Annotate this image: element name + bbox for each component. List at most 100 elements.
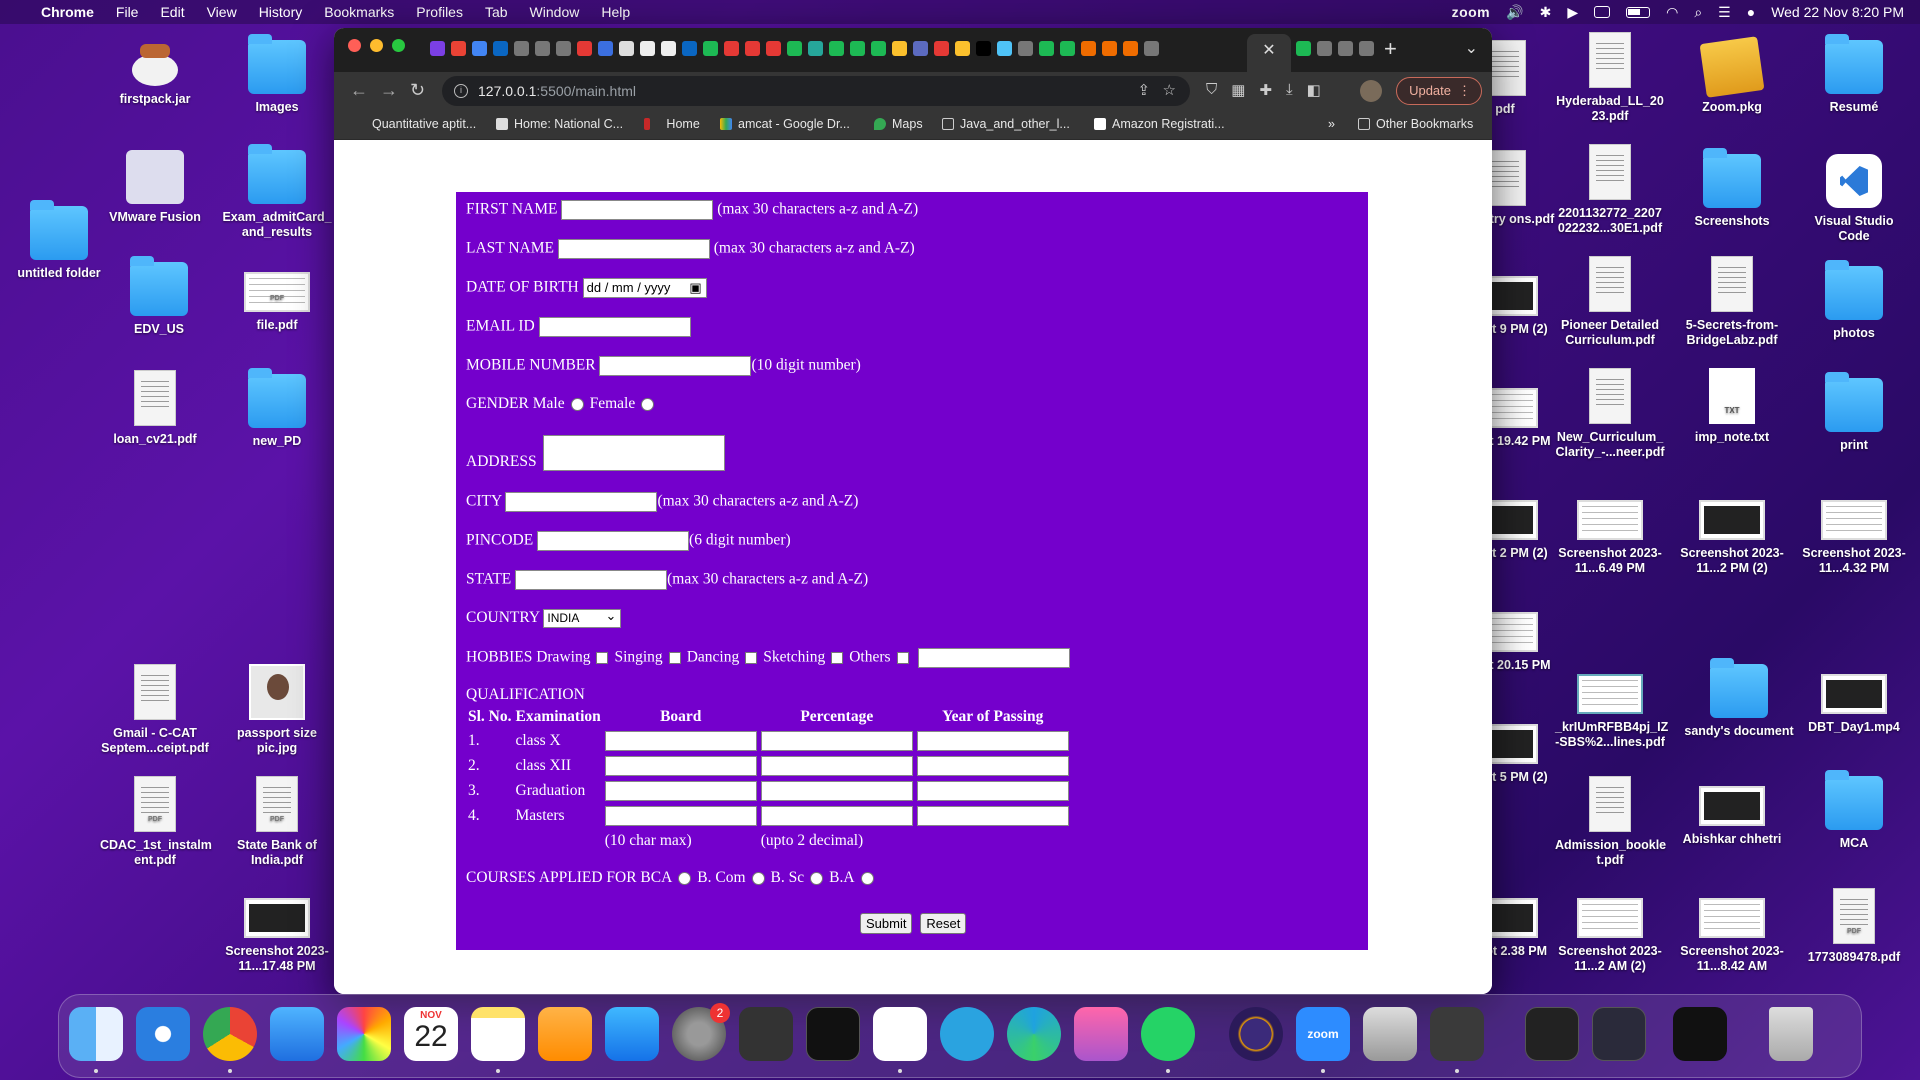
youtube-icon[interactable] <box>934 41 949 56</box>
bookmark-item[interactable]: Maps <box>874 117 923 131</box>
year-input[interactable] <box>916 730 1069 751</box>
mobile-input[interactable] <box>599 356 752 376</box>
system-settings-icon[interactable]: 2 <box>672 1003 730 1061</box>
photos-icon[interactable] <box>337 1007 391 1061</box>
new-tab-icon[interactable]: + <box>1384 36 1397 62</box>
reset-button[interactable]: Reset <box>920 913 967 934</box>
tab-favicon-icon[interactable] <box>619 41 634 56</box>
back-icon[interactable]: ← <box>350 80 368 101</box>
bookmark-item[interactable]: Home: National C... <box>496 117 623 131</box>
desktop-item[interactable]: Visual Studio Code <box>1799 154 1909 244</box>
address-bar[interactable]: i 127.0.0.1:5500/main.html ⇪ ☆ <box>442 76 1190 106</box>
tab-favicon-icon[interactable] <box>829 41 844 56</box>
desktop-item[interactable]: loan_cv21.pdf <box>100 370 210 447</box>
shield-icon[interactable]: ⛉ <box>1206 81 1217 99</box>
year-input[interactable] <box>916 780 1069 801</box>
address-textarea[interactable] <box>542 435 725 471</box>
desktop-item[interactable]: Screenshot 2023-11...4.32 PM <box>1799 490 1909 576</box>
desktop-item[interactable]: imp_note.txt <box>1677 368 1787 445</box>
tab-search-icon[interactable]: ⌄ <box>1465 38 1478 58</box>
hobby-sketching-checkbox[interactable] <box>831 652 844 664</box>
course-ba-radio[interactable] <box>860 871 874 885</box>
youtube-icon[interactable] <box>766 41 781 56</box>
wifi-icon[interactable]: ◠ <box>1666 4 1678 21</box>
year-input[interactable] <box>916 755 1069 776</box>
gender-male-radio[interactable] <box>570 397 584 411</box>
desktop-item[interactable]: Gmail - C-CAT Septem...ceipt.pdf <box>100 664 210 756</box>
desktop-item[interactable]: _krIUmRFBB4pj_IZ -SBS%2...lines.pdf <box>1555 664 1668 750</box>
tab-favicon-icon[interactable] <box>514 41 529 56</box>
email-input[interactable] <box>538 317 691 337</box>
hobby-others-input[interactable] <box>918 648 1071 668</box>
youtube-icon[interactable] <box>745 41 760 56</box>
bookmark-item[interactable]: Quantitative aptit... <box>372 117 476 131</box>
desktop-item[interactable]: firstpack.jar <box>100 40 210 107</box>
other-bookmarks[interactable]: Other Bookmarks <box>1358 117 1473 131</box>
desktop-item[interactable]: Admission_bookle t.pdf <box>1555 776 1666 868</box>
calculator-icon[interactable] <box>739 1007 793 1061</box>
desktop-item[interactable]: DBT_Day1.mp4 <box>1799 664 1909 735</box>
board-input[interactable] <box>604 805 757 826</box>
tab-favicon-icon[interactable] <box>1039 41 1054 56</box>
update-button[interactable]: Update <box>1396 77 1482 105</box>
youtube-icon[interactable] <box>724 41 739 56</box>
desktop-item[interactable]: Screenshot 2023-11...6.49 PM <box>1555 490 1665 576</box>
desktop-item[interactable]: Screenshot 2023-11...2 AM (2) <box>1555 888 1665 974</box>
percentage-input[interactable] <box>760 755 913 776</box>
tab-favicon-icon[interactable] <box>787 41 802 56</box>
terminal-icon[interactable] <box>806 1007 860 1061</box>
close-window-icon[interactable] <box>348 39 361 52</box>
eclipse-icon[interactable] <box>1229 1007 1283 1061</box>
desktop-item[interactable]: Exam_admitCard_ and_results <box>222 144 332 240</box>
tab-favicon-icon[interactable] <box>976 41 991 56</box>
desktop-item[interactable]: CDAC_1st_instalm ent.pdf <box>100 776 212 868</box>
sublime-icon[interactable] <box>1430 1007 1484 1061</box>
last-name-input[interactable] <box>557 239 710 259</box>
volume-icon[interactable]: 🔊 <box>1506 4 1523 21</box>
tab-favicon-icon[interactable] <box>850 41 865 56</box>
screen-mirror-icon[interactable] <box>1594 6 1611 18</box>
desktop-item[interactable]: passport size pic.jpg <box>222 664 332 756</box>
bookmark-star-icon[interactable]: ☆ <box>1163 82 1176 99</box>
desktop-item[interactable]: Abishkar chhetri <box>1677 776 1787 847</box>
preview-icon[interactable] <box>1363 1007 1417 1061</box>
percentage-input[interactable] <box>760 730 913 751</box>
board-input[interactable] <box>604 780 757 801</box>
menu-bookmarks[interactable]: Bookmarks <box>313 4 405 20</box>
bookmarks-overflow-icon[interactable]: » <box>1328 117 1335 131</box>
menu-file[interactable]: File <box>105 4 150 20</box>
menu-edit[interactable]: Edit <box>149 4 195 20</box>
whatsapp-icon[interactable] <box>1141 1007 1195 1061</box>
board-input[interactable] <box>604 755 757 776</box>
forward-icon[interactable]: → <box>380 80 398 101</box>
desktop-item[interactable]: Resumé <box>1799 34 1909 115</box>
course-bsc-radio[interactable] <box>810 871 824 885</box>
share-icon[interactable]: ⇪ <box>1137 82 1150 99</box>
desktop-item[interactable]: 2201132772_2207 022232...30E1.pdf <box>1555 144 1665 236</box>
puzzle-icon[interactable]: ✚ <box>1259 81 1272 99</box>
app-store-icon[interactable] <box>605 1007 659 1061</box>
extension-icon[interactable]: ▦ <box>1231 81 1245 99</box>
tab-favicon-icon[interactable] <box>997 41 1012 56</box>
github-icon[interactable] <box>640 41 655 56</box>
edge-icon[interactable] <box>1007 1007 1061 1061</box>
tab-favicon-icon[interactable] <box>1102 41 1117 56</box>
vscode-icon[interactable] <box>873 1007 927 1061</box>
tab-favicon-icon[interactable] <box>1081 41 1096 56</box>
tab-favicon-icon[interactable] <box>535 41 550 56</box>
trash-icon[interactable] <box>1769 1007 1813 1061</box>
tab-favicon-icon[interactable] <box>577 41 592 56</box>
recents-stack-icon[interactable] <box>1592 1007 1646 1061</box>
telegram-icon[interactable] <box>940 1007 994 1061</box>
profile-avatar[interactable] <box>1360 80 1382 102</box>
menu-app-name[interactable]: Chrome <box>30 4 105 20</box>
desktop-item[interactable]: Images <box>222 34 332 115</box>
hobby-singing-checkbox[interactable] <box>668 652 681 664</box>
desktop-item[interactable]: photos <box>1799 260 1909 341</box>
chrome-icon[interactable] <box>203 1007 257 1061</box>
desktop-item[interactable]: untitled folder <box>4 200 114 281</box>
download-icon[interactable]: ⤓ <box>1286 81 1293 99</box>
tab-favicon-icon[interactable] <box>1060 41 1075 56</box>
tab-favicon-icon[interactable] <box>1144 41 1159 56</box>
desktop-item[interactable]: Pioneer Detailed Curriculum.pdf <box>1555 256 1665 348</box>
